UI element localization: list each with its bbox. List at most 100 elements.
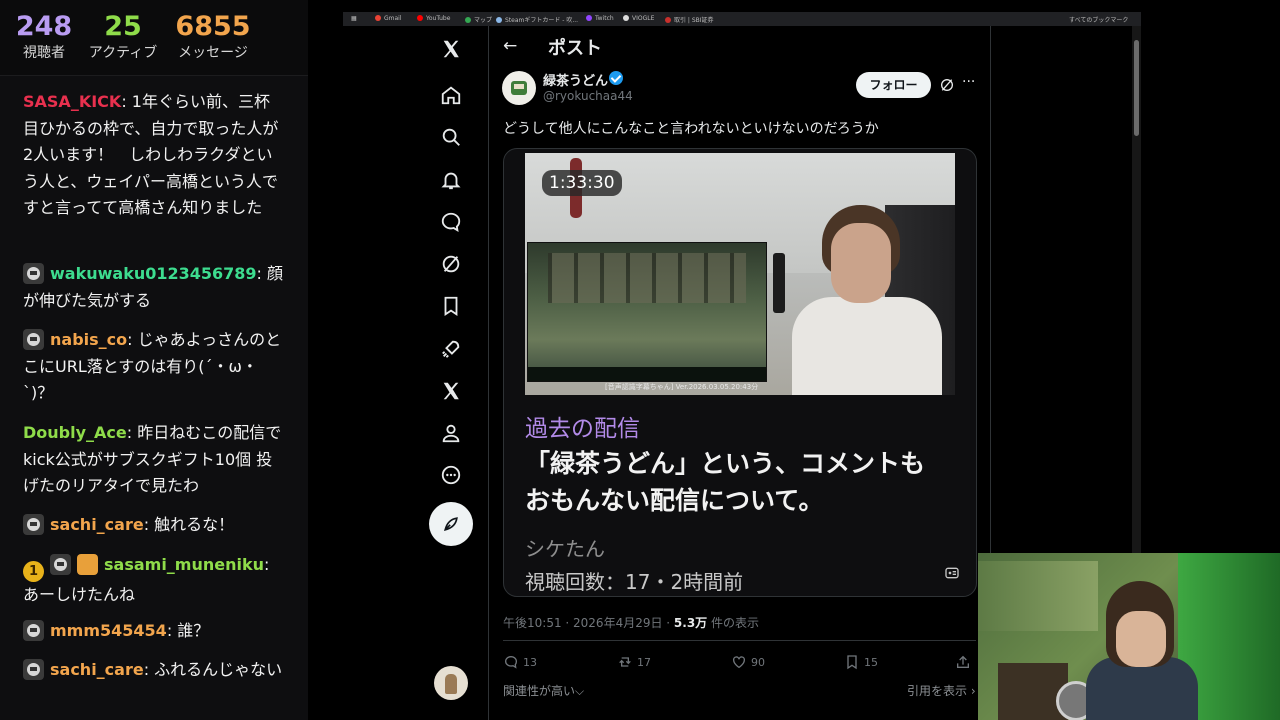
bookmark-icon bbox=[847, 655, 857, 670]
back-arrow-icon[interactable]: ← bbox=[503, 36, 517, 56]
grok-icon[interactable] bbox=[439, 252, 463, 276]
twitch-icon bbox=[586, 15, 592, 21]
apps-grid-icon[interactable]: ▦ bbox=[351, 15, 357, 22]
maps-icon bbox=[465, 17, 471, 23]
chat-message: nabis_co: じゃあよっさんのとこにURL落とすのは有り(´・ω・`)？ bbox=[23, 327, 285, 407]
post-compose-button[interactable] bbox=[429, 502, 473, 546]
gmail-icon bbox=[375, 15, 381, 21]
post-timestamp[interactable]: 午後10:51 · 2026年4月29日 · bbox=[503, 616, 674, 630]
active-stat: 25 アクティブ bbox=[84, 10, 162, 62]
x-logo-icon[interactable] bbox=[439, 37, 463, 61]
more-circle-icon[interactable] bbox=[439, 463, 463, 487]
viewers-stat: 248 視聴者 bbox=[14, 10, 74, 62]
chat-username[interactable]: mmm545454 bbox=[50, 621, 167, 640]
more-options-icon[interactable]: ··· bbox=[962, 74, 975, 90]
active-label: アクティブ bbox=[88, 45, 158, 61]
bell-icon[interactable] bbox=[439, 168, 463, 192]
messages-count: 6855 bbox=[175, 11, 251, 42]
reply-count: 13 bbox=[523, 655, 537, 669]
all-bookmarks[interactable]: すべてのブックマーク bbox=[1069, 15, 1128, 24]
view-label: 件の表示 bbox=[707, 616, 760, 630]
chat-username[interactable]: nabis_co bbox=[50, 330, 127, 349]
kitty-icon bbox=[23, 329, 44, 350]
chat-message: SASA_KICK: 1年ぐらい前、三杯目ひかるの枠で、自力で取った人が2人いま… bbox=[23, 89, 285, 222]
chat-panel: SASA_KICK: 1年ぐらい前、三杯目ひかるの枠で、自力で取った人が2人いま… bbox=[0, 76, 308, 720]
kitty-icon bbox=[50, 554, 71, 575]
active-count: 25 bbox=[104, 11, 142, 42]
search-icon[interactable] bbox=[439, 125, 463, 149]
kitty-icon bbox=[23, 263, 44, 284]
grok-explain-icon[interactable] bbox=[939, 77, 955, 93]
bookmark-youtube[interactable]: YouTube bbox=[417, 15, 450, 22]
like-count: 90 bbox=[751, 655, 765, 669]
viewers-label: 視聴者 bbox=[23, 45, 65, 61]
kitty-icon bbox=[23, 659, 44, 680]
bookmark-count: 15 bbox=[864, 655, 878, 669]
reply-sort-dropdown[interactable]: 関連性が高い⌵ bbox=[503, 682, 584, 699]
bookmark-viogle[interactable]: VIOGLE bbox=[623, 15, 654, 22]
scrollbar-thumb[interactable] bbox=[1134, 40, 1139, 136]
bookmark-twitch[interactable]: Twitch bbox=[586, 15, 614, 22]
reply-icon bbox=[505, 655, 518, 669]
chat-username[interactable]: Doubly_Ace bbox=[23, 423, 127, 442]
bookmarks-bar: ▦ Gmail YouTube マップ Steamギフトカード - 吹... T… bbox=[343, 12, 1141, 26]
bookmark-gmail[interactable]: Gmail bbox=[375, 15, 402, 22]
stream-stats-bar: 248 視聴者 25 アクティブ 6855 メッセージ bbox=[0, 0, 308, 76]
chat-text: : ふれるんじゃない bbox=[143, 660, 283, 679]
share-icon bbox=[957, 655, 969, 668]
messages-label: メッセージ bbox=[178, 45, 248, 61]
bookmark-steam[interactable]: Steamギフトカード - 吹... bbox=[496, 15, 578, 24]
like-button[interactable]: 90 bbox=[731, 654, 765, 670]
kitty-icon bbox=[23, 514, 44, 535]
reply-button[interactable]: 13 bbox=[503, 654, 537, 670]
chat-message: sachi_care: 触れるな！ bbox=[23, 512, 285, 539]
author-handle[interactable]: @ryokuchaa44 bbox=[543, 89, 633, 103]
subtitle-overlay-text: [音声認識字幕ちゃん] Ver.2026.03.05.20:43分 bbox=[605, 383, 759, 391]
chat-username[interactable]: sasami_muneniku bbox=[104, 555, 264, 574]
verified-badge-icon bbox=[609, 71, 623, 85]
chat-text: : 誰？ bbox=[166, 621, 210, 640]
link-card[interactable]: [音声認識字幕ちゃん] Ver.2026.03.05.20:43分 1:33:3… bbox=[503, 148, 977, 597]
profile-icon[interactable] bbox=[439, 421, 463, 445]
steam-icon bbox=[496, 17, 502, 23]
bookmark-icon[interactable] bbox=[439, 294, 463, 318]
share-button[interactable] bbox=[955, 654, 971, 670]
game-footage-image bbox=[527, 242, 767, 382]
bookmark-post-button[interactable]: 15 bbox=[844, 654, 878, 670]
heart-icon bbox=[733, 656, 745, 669]
chat-message: 1 sasami_muneniku: あーしけたんね bbox=[23, 552, 285, 609]
link-embed-icon[interactable] bbox=[944, 565, 960, 581]
bookmark-maps[interactable]: マップ bbox=[465, 15, 492, 24]
rocket-icon[interactable] bbox=[439, 337, 463, 361]
sub-1-icon: 1 bbox=[23, 561, 44, 582]
video-thumbnail[interactable]: [音声認識字幕ちゃん] Ver.2026.03.05.20:43分 1:33:3… bbox=[525, 153, 955, 395]
post-detail-column: ← ポスト 緑茶うどん @ryokuchaa44 フォロー ··· どうして他人… bbox=[488, 26, 991, 720]
chat-text: : 触れるな！ bbox=[143, 515, 235, 534]
repost-button[interactable]: 17 bbox=[617, 654, 651, 670]
follow-button[interactable]: フォロー bbox=[856, 72, 931, 98]
chat-username[interactable]: sachi_care bbox=[50, 515, 144, 534]
message-icon[interactable] bbox=[439, 210, 463, 234]
viogle-icon bbox=[623, 15, 629, 21]
divider bbox=[503, 640, 976, 641]
home-icon[interactable] bbox=[439, 83, 463, 107]
post-text: どうして他人にこんなこと言われないといけないのだろうか bbox=[503, 121, 879, 137]
chat-username[interactable]: SASA_KICK bbox=[23, 92, 121, 111]
chat-username[interactable]: sachi_care bbox=[50, 660, 144, 679]
view-count: 5.3万 bbox=[673, 616, 708, 630]
chat-message: mmm545454: 誰？ bbox=[23, 618, 285, 645]
gift-icon bbox=[77, 554, 98, 575]
video-duration: 1:33:30 bbox=[542, 170, 622, 196]
view-quotes-link[interactable]: 引用を表示 › bbox=[907, 682, 976, 699]
chat-username[interactable]: wakuwaku0123456789 bbox=[50, 264, 257, 283]
bookmark-sbi[interactable]: 取引 | SBI証券 bbox=[665, 15, 714, 24]
page-title: ポスト bbox=[548, 38, 602, 59]
kitty-icon bbox=[23, 620, 44, 641]
author-name[interactable]: 緑茶うどん bbox=[543, 70, 608, 89]
account-avatar[interactable] bbox=[434, 666, 468, 700]
author-avatar[interactable] bbox=[502, 71, 536, 105]
chat-message: Doubly_Ace: 昨日ねむこの配信でkick公式がサブスクギフト10個 投… bbox=[23, 420, 285, 500]
x-premium-icon[interactable] bbox=[439, 379, 463, 403]
card-title: 「緑茶うどん」という、コメントもおもんない配信について。 bbox=[525, 449, 926, 515]
card-views: 視聴回数：17・2時間前 bbox=[525, 570, 744, 594]
